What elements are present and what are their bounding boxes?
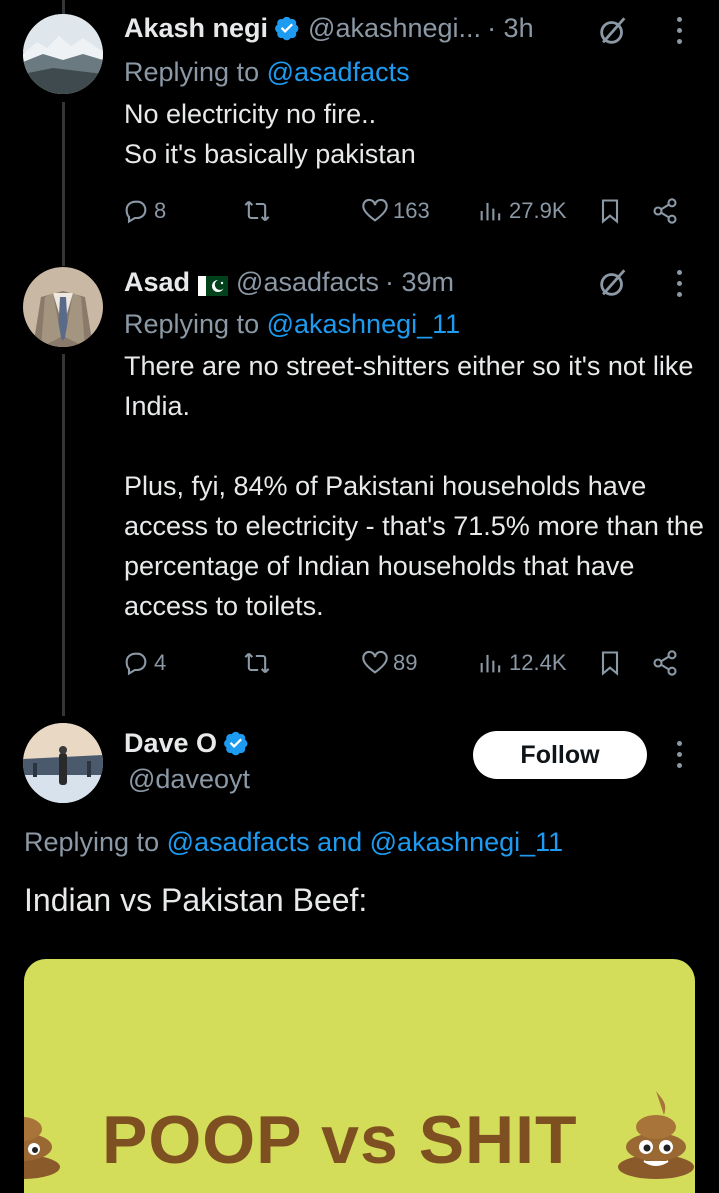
mention-link[interactable]: @akashnegi_11	[370, 827, 564, 857]
view-count: 12.4K	[509, 650, 567, 675]
like-icon	[362, 650, 388, 674]
avatar[interactable]	[23, 267, 103, 347]
verified-icon	[275, 16, 299, 41]
thread-line	[62, 102, 65, 266]
bookmark-button[interactable]	[596, 193, 628, 229]
verified-icon	[224, 731, 248, 756]
like-icon	[362, 198, 388, 222]
timestamp[interactable]: · 3h	[487, 13, 534, 44]
like-count: 89	[393, 650, 418, 675]
bookmark-icon	[601, 651, 619, 676]
replying-prefix: Replying to	[124, 309, 267, 339]
replying-prefix: Replying to	[124, 57, 267, 87]
reply-button[interactable]: 8	[122, 193, 166, 229]
mention-link[interactable]: @asadfacts	[267, 57, 410, 87]
like-count: 163	[393, 198, 430, 223]
poop-emoji-icon	[618, 1091, 694, 1179]
replying-to: Replying to @akashnegi_11	[124, 304, 719, 344]
replying-prefix: Replying to	[24, 827, 167, 857]
mention-link[interactable]: @asadfacts	[167, 827, 310, 857]
share-button[interactable]	[651, 645, 683, 681]
retweet-button[interactable]	[243, 193, 275, 229]
share-button[interactable]	[651, 193, 683, 229]
thread-line	[62, 0, 65, 14]
more-icon[interactable]	[674, 17, 684, 47]
reply-button[interactable]: 4	[122, 645, 166, 681]
views-icon	[480, 202, 501, 221]
share-icon	[653, 650, 677, 676]
replying-to: Replying to @asadfacts	[124, 52, 719, 92]
follow-button[interactable]: Follow	[473, 731, 647, 779]
display-name[interactable]: Dave O	[124, 728, 217, 759]
share-icon	[653, 198, 677, 224]
view-count: 27.9K	[509, 198, 567, 223]
reply-count: 4	[154, 650, 167, 675]
grok-icon[interactable]	[596, 14, 630, 48]
more-icon[interactable]	[674, 270, 684, 300]
replying-to: Replying to @asadfacts and @akashnegi_11	[24, 822, 563, 862]
tweet-actions: 8 163 27.9K	[0, 193, 719, 229]
views-icon	[480, 654, 501, 673]
display-name[interactable]: Akash negi	[124, 13, 268, 44]
views-button[interactable]: 27.9K	[477, 193, 567, 229]
timestamp[interactable]: · 39m	[385, 267, 454, 298]
handle[interactable]: @asadfacts	[236, 267, 379, 298]
views-button[interactable]: 12.4K	[477, 645, 567, 681]
tweet[interactable]: Asad @asadfacts · 39m Replying to @akash…	[124, 264, 719, 626]
reply-icon	[125, 200, 147, 224]
tweet-actions: 4 89 12.4K	[0, 645, 719, 681]
bookmark-icon	[601, 199, 619, 224]
handle[interactable]: @akashnegi...	[308, 13, 481, 44]
and-text: and	[309, 827, 370, 857]
poop-emoji-icon	[24, 1117, 60, 1179]
avatar[interactable]	[23, 723, 103, 803]
retweet-icon	[244, 652, 270, 674]
meme-text: POOP vs SHIT	[102, 1102, 578, 1178]
tweet-text: There are no street-shitters either so i…	[124, 351, 704, 621]
grok-icon[interactable]	[596, 266, 630, 300]
retweet-icon	[244, 200, 270, 222]
reply-icon	[125, 652, 147, 676]
main-tweet-text: Indian vs Pakistan Beef:	[24, 882, 368, 918]
like-button[interactable]: 163	[361, 193, 430, 229]
retweet-button[interactable]	[243, 645, 275, 681]
reply-count: 8	[154, 198, 167, 223]
tweet-image[interactable]: POOP vs SHIT	[24, 959, 695, 1193]
pakistan-flag-icon	[198, 272, 229, 296]
like-button[interactable]: 89	[361, 645, 417, 681]
bookmark-button[interactable]	[596, 645, 628, 681]
avatar[interactable]	[23, 14, 103, 94]
display-name[interactable]: Asad	[124, 267, 190, 298]
more-icon[interactable]	[674, 741, 684, 771]
mention-link[interactable]: @akashnegi_11	[267, 309, 461, 339]
tweet-text: No electricity no fire.. So it's basical…	[124, 99, 416, 169]
